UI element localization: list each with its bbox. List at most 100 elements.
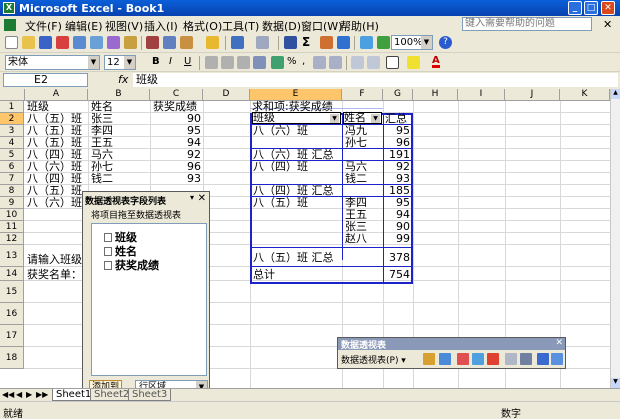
currency-icon[interactable] (271, 56, 284, 69)
select-all-corner[interactable] (0, 89, 25, 101)
field-settings-icon[interactable] (537, 353, 549, 365)
next-sheet-icon[interactable]: ▶ (26, 390, 32, 399)
cut-icon[interactable] (146, 36, 159, 49)
refresh-icon[interactable] (487, 353, 499, 365)
row-header[interactable]: 18 (0, 347, 24, 369)
tab-sheet1[interactable]: Sheet1 (52, 389, 96, 401)
close-button[interactable]: ✕ (601, 1, 615, 15)
scroll-down-icon[interactable]: ▼ (611, 378, 620, 388)
last-sheet-icon[interactable]: ▶▶ (36, 390, 48, 399)
pivot-menu-button[interactable]: 数据透视表(P) ▾ (341, 353, 406, 366)
hyperlink-icon[interactable] (284, 36, 297, 49)
pivot-grand-total[interactable]: 754 (385, 268, 410, 281)
open-icon[interactable] (22, 36, 35, 49)
col-header-f[interactable]: F (342, 89, 383, 101)
row-header[interactable]: 12 (0, 233, 24, 245)
align-right-icon[interactable] (237, 56, 250, 69)
pivot-subtotal-label[interactable]: 八（五）班 汇总 (253, 251, 334, 264)
first-sheet-icon[interactable]: ◀◀ (2, 390, 14, 399)
menu-data[interactable]: 数据(D) (262, 18, 301, 34)
format-painter-icon[interactable] (206, 36, 219, 49)
cell-a13[interactable]: 请输入班级 (27, 253, 82, 266)
pivot-subtotal[interactable]: 378 (385, 251, 410, 264)
permission-icon[interactable] (56, 36, 69, 49)
row-header[interactable]: 11 (0, 221, 24, 233)
row-header[interactable]: 7 (0, 173, 24, 185)
chevron-down-icon[interactable]: ▾ (190, 193, 194, 202)
dropdown-icon[interactable]: ▼ (330, 114, 339, 123)
hide-field-list-icon[interactable] (551, 353, 563, 365)
row-header[interactable]: 13 (0, 245, 24, 267)
pivot-grand-total-label[interactable]: 总计 (253, 268, 275, 281)
menu-help[interactable]: 帮助(H) (340, 18, 379, 34)
name-box[interactable]: E2 (3, 73, 88, 87)
minimize-button[interactable]: _ (568, 1, 582, 15)
fill-color-icon[interactable] (407, 56, 420, 69)
pivot-group-class[interactable]: 八（六）班 (253, 124, 308, 137)
decrease-decimal-icon[interactable] (329, 56, 342, 69)
underline-button[interactable]: U (184, 56, 191, 67)
tab-sheet2[interactable]: Sheet2 (90, 389, 134, 401)
close-icon[interactable]: ✕ (198, 193, 206, 204)
help-search-input[interactable]: 键入需要帮助的问题 (462, 17, 592, 31)
save-icon[interactable] (39, 36, 52, 49)
sort-descending-icon[interactable] (337, 36, 350, 49)
pivot-class-field[interactable]: 班级 ▼ (252, 112, 341, 124)
menu-view[interactable]: 视图(V) (105, 18, 143, 34)
row-header[interactable]: 6 (0, 161, 24, 173)
help-icon[interactable]: ? (439, 36, 452, 49)
font-select[interactable]: 宋体 ▼ (5, 55, 100, 70)
show-detail-icon[interactable] (472, 353, 484, 365)
drawing-icon[interactable] (377, 36, 390, 49)
spelling-icon[interactable] (107, 36, 120, 49)
formula-input[interactable]: 班级 (133, 73, 618, 87)
row-header[interactable]: 17 (0, 325, 24, 347)
row-header[interactable]: 14 (0, 267, 24, 281)
pivot-name[interactable]: 赵八 (345, 232, 367, 245)
hide-detail-icon[interactable] (457, 353, 469, 365)
pivot-value[interactable]: 99 (385, 232, 410, 245)
close-icon[interactable]: ✕ (555, 338, 563, 348)
cell-a9[interactable]: 八（六）班 (27, 196, 82, 209)
italic-button[interactable]: I (169, 56, 172, 67)
undo-icon[interactable] (231, 36, 244, 49)
chart-wizard-icon[interactable] (360, 36, 373, 49)
row-header[interactable]: 4 (0, 137, 24, 149)
pivot-name-field[interactable]: 姓名 ▼ (343, 112, 382, 124)
pivot-name[interactable]: 钱二 (345, 172, 367, 185)
row-header[interactable]: 16 (0, 303, 24, 325)
close-doc-icon[interactable]: ✕ (603, 18, 612, 31)
menu-window[interactable]: 窗口(W) (301, 18, 342, 34)
row-header[interactable]: 2 (0, 113, 24, 125)
comma-button[interactable]: , (302, 56, 305, 67)
scroll-up-icon[interactable]: ▲ (611, 89, 620, 99)
decrease-indent-icon[interactable] (351, 56, 364, 69)
row-header[interactable]: 15 (0, 281, 24, 303)
field-item-score[interactable]: 获奖成绩 (104, 257, 159, 273)
vertical-scrollbar[interactable]: ▲ ▼ (610, 89, 620, 388)
always-display-icon[interactable] (520, 353, 532, 365)
row-header[interactable]: 1 (0, 101, 24, 113)
fx-icon[interactable]: fx (118, 73, 128, 86)
col-header-j[interactable]: J (505, 89, 560, 101)
increase-indent-icon[interactable] (367, 56, 380, 69)
cell-a14[interactable]: 获奖名单： (27, 268, 82, 281)
include-hidden-icon[interactable] (505, 353, 517, 365)
increase-decimal-icon[interactable] (313, 56, 326, 69)
row-header[interactable]: 5 (0, 149, 24, 161)
col-header-i[interactable]: I (458, 89, 505, 101)
col-header-h[interactable]: H (413, 89, 458, 101)
copy-icon[interactable] (163, 36, 176, 49)
menu-file[interactable]: 文件(F) (25, 18, 62, 34)
print-icon[interactable] (73, 36, 86, 49)
chart-wizard-icon[interactable] (439, 353, 451, 365)
prev-sheet-icon[interactable]: ◀ (16, 390, 22, 399)
col-header-k[interactable]: K (560, 89, 610, 101)
col-header-g[interactable]: G (383, 89, 413, 101)
font-size-select[interactable]: 12 ▼ (104, 55, 136, 70)
print-preview-icon[interactable] (90, 36, 103, 49)
research-icon[interactable] (124, 36, 137, 49)
tab-sheet3[interactable]: Sheet3 (128, 389, 172, 401)
borders-icon[interactable] (386, 56, 399, 69)
dropdown-icon[interactable]: ▼ (371, 114, 380, 123)
